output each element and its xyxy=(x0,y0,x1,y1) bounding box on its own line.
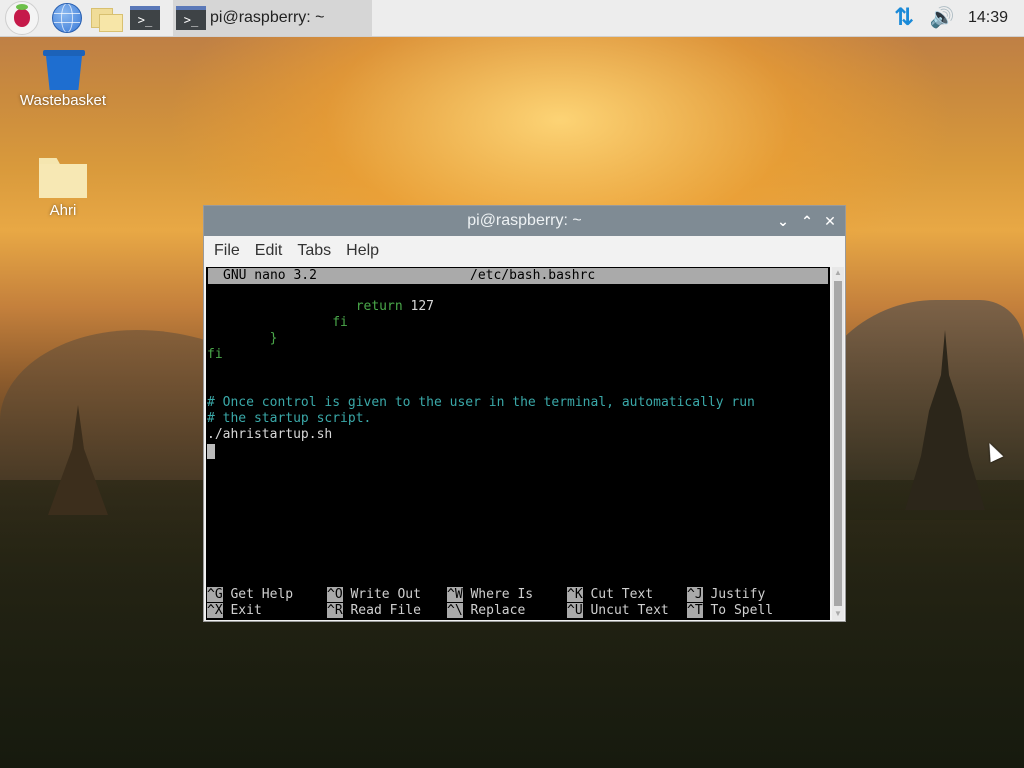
editor-line: fi xyxy=(207,347,223,362)
desktop-icon-label: Ahri xyxy=(49,202,77,219)
terminal-content[interactable]: GNU nano 3.2 /etc/bash.bashrc return 127… xyxy=(206,267,830,620)
shortcut-uncut-text[interactable]: ^U Uncut Text xyxy=(567,603,669,619)
minimize-button[interactable]: ⌄ xyxy=(774,212,792,230)
editor-line: # the startup script. xyxy=(207,411,372,426)
menu-edit[interactable]: Edit xyxy=(250,242,288,260)
shortcut-cut-text[interactable]: ^K Cut Text xyxy=(567,587,653,603)
folder-icon xyxy=(39,158,87,198)
maximize-button[interactable]: ⌃ xyxy=(798,212,816,230)
terminal-icon: >_ xyxy=(130,6,160,30)
menubar: File Edit Tabs Help xyxy=(204,236,845,266)
terminal-window: pi@raspberry: ~ ⌄ ⌃ ✕ File Edit Tabs Hel… xyxy=(203,205,846,622)
nano-version: GNU nano 3.2 xyxy=(223,268,317,283)
scrollbar-thumb[interactable] xyxy=(834,281,842,606)
terminal-icon: >_ xyxy=(176,6,206,30)
shortcut-to-spell[interactable]: ^T To Spell xyxy=(687,603,773,619)
shortcut-get-help[interactable]: ^G Get Help xyxy=(207,587,293,603)
taskbar: >_ >_ pi@raspberry: ~ ⇅ 🔊 14:39 xyxy=(0,0,1024,37)
nano-header: GNU nano 3.2 /etc/bash.bashrc xyxy=(208,268,828,284)
taskbar-window-button[interactable]: >_ pi@raspberry: ~ xyxy=(173,0,372,36)
scrollbar[interactable]: ▲ ▼ xyxy=(832,267,844,620)
menu-file[interactable]: File xyxy=(209,242,245,260)
nano-filename: /etc/bash.bashrc xyxy=(470,268,596,283)
scroll-down-arrow-icon[interactable]: ▼ xyxy=(832,608,844,620)
desktop-icon-label: Wastebasket xyxy=(19,92,107,109)
trash-icon xyxy=(43,50,85,90)
shortcut-write-out[interactable]: ^O Write Out xyxy=(327,587,421,603)
clock[interactable]: 14:39 xyxy=(968,0,1008,36)
window-title: pi@raspberry: ~ xyxy=(467,212,582,229)
folder-icon xyxy=(91,6,123,32)
shortcut-read-file[interactable]: ^R Read File xyxy=(327,603,421,619)
nano-shortcuts: ^G Get Help ^O Write Out ^W Where Is ^K … xyxy=(206,587,830,619)
text-cursor xyxy=(207,444,215,459)
menu-help[interactable]: Help xyxy=(341,242,384,260)
taskbar-window-label: pi@raspberry: ~ xyxy=(210,9,325,26)
close-button[interactable]: ✕ xyxy=(821,212,839,230)
menu-tabs[interactable]: Tabs xyxy=(292,242,336,260)
volume-icon[interactable]: 🔊 xyxy=(928,5,956,31)
editor-line: fi xyxy=(207,315,348,330)
web-browser-button[interactable] xyxy=(50,3,84,33)
editor-line: # Once control is given to the user in t… xyxy=(207,395,755,410)
raspberry-menu-button[interactable] xyxy=(4,1,40,35)
terminal-launcher-button[interactable]: >_ xyxy=(128,3,162,33)
scroll-up-arrow-icon[interactable]: ▲ xyxy=(832,267,844,279)
network-icon[interactable]: ⇅ xyxy=(890,5,918,31)
desktop-icon-ahri[interactable]: Ahri xyxy=(8,158,118,219)
shortcut-where-is[interactable]: ^W Where Is xyxy=(447,587,533,603)
shortcut-replace[interactable]: ^\ Replace xyxy=(447,603,525,619)
file-manager-button[interactable] xyxy=(88,3,124,33)
editor-line: ./ahristartup.sh xyxy=(207,427,333,442)
window-titlebar[interactable]: pi@raspberry: ~ ⌄ ⌃ ✕ xyxy=(204,206,845,236)
editor-line: } xyxy=(207,331,278,346)
globe-icon xyxy=(52,3,82,33)
raspberry-icon xyxy=(5,1,39,35)
shortcut-exit[interactable]: ^X Exit xyxy=(207,603,262,619)
editor-line: return 127 xyxy=(207,299,434,314)
desktop-icon-wastebasket[interactable]: Wastebasket xyxy=(8,50,118,109)
shortcut-justify[interactable]: ^J Justify xyxy=(687,587,765,603)
